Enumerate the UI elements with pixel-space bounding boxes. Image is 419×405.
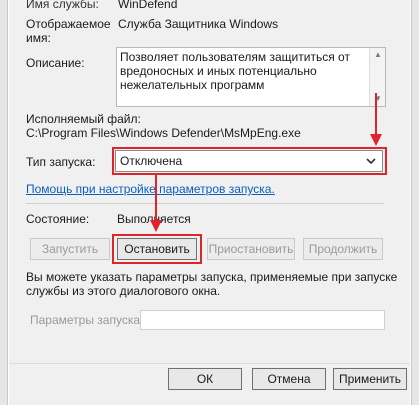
arrow-to-startup-type	[370, 93, 382, 146]
arrow-to-stop-button	[150, 175, 162, 232]
annotation-arrows	[150, 93, 382, 232]
